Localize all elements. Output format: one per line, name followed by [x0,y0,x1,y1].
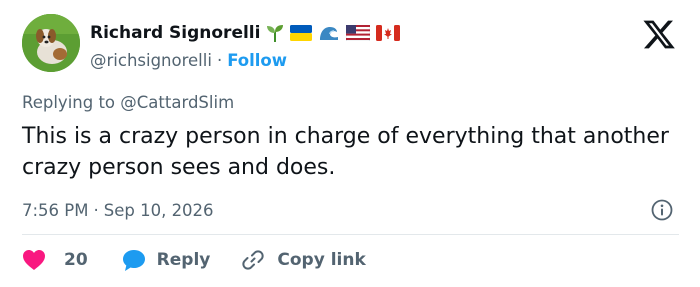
reply-button[interactable]: Reply [122,249,211,272]
tweet-date: Sep 10, 2026 [103,200,214,220]
wave-icon [318,24,340,42]
tweet-timestamp[interactable]: 7:56 PM · Sep 10, 2026 [22,198,214,222]
avatar[interactable] [22,14,80,72]
timestamp-separator: · [93,200,99,220]
divider [22,234,679,235]
author-display-name[interactable]: Richard Signorelli [90,23,260,43]
avatar-dog-photo [22,14,80,72]
tweet-text: This is a crazy person in charge of ever… [22,124,669,180]
action-bar: 20 Reply Copy link [22,246,366,274]
author-handle-row: @richsignorelli · Follow [90,48,287,72]
author-handle[interactable]: @richsignorelli [90,51,212,70]
reply-label: Reply [156,250,211,270]
follow-button[interactable]: Follow [227,51,287,70]
tweet-card: Richard Signorelli @richsignorelli · Fol… [0,0,700,287]
ukraine-flag-icon [290,25,313,41]
replying-to-handle[interactable]: @CattardSlim [120,93,234,112]
info-icon[interactable] [651,199,673,221]
replying-to-prefix: Replying to [22,93,116,112]
like-button[interactable]: 20 [22,249,88,271]
separator-dot: · [216,50,223,70]
speech-bubble-icon [122,249,145,271]
copy-link-label: Copy link [277,250,366,270]
author-name-row: Richard Signorelli [90,20,401,46]
x-logo-icon[interactable] [643,20,675,49]
tweet-time: 7:56 PM [22,200,89,220]
link-icon [242,250,265,270]
heart-icon [23,250,45,270]
copy-link-button[interactable]: Copy link [241,248,366,272]
us-flag-icon [346,25,371,41]
seedling-icon [266,23,284,43]
replying-to-line: Replying to @CattardSlim [22,93,234,112]
like-count: 20 [64,250,88,270]
canada-flag-icon [376,25,401,41]
